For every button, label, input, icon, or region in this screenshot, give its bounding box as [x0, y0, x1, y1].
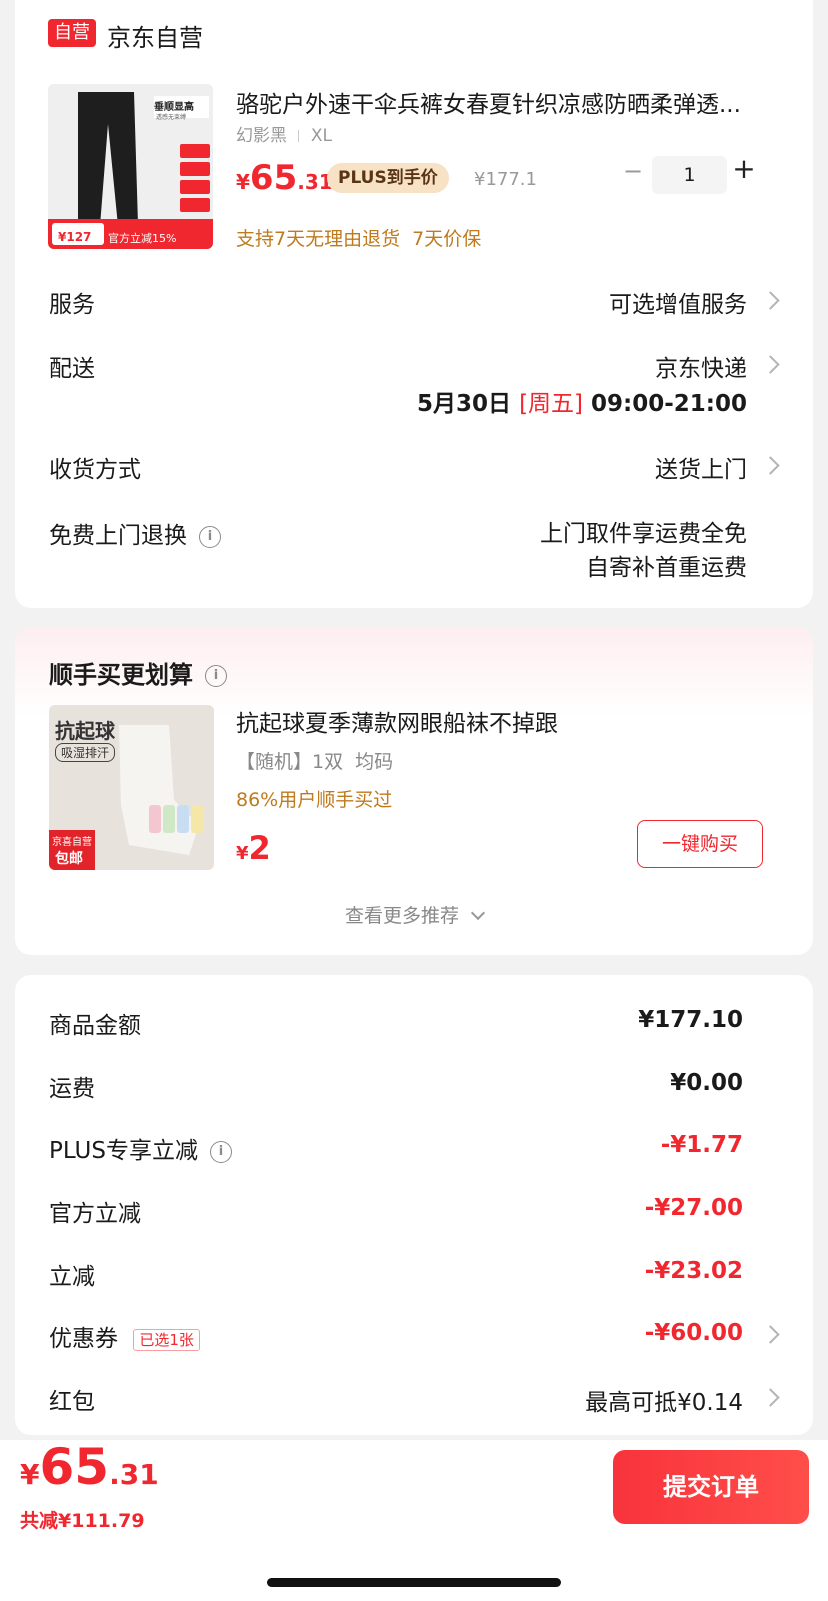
service-label: 服务 [49, 292, 95, 318]
info-icon[interactable]: i [209, 1140, 232, 1163]
coupon-chevron-icon[interactable] [761, 1325, 780, 1344]
price-symbol: ¥ [236, 170, 250, 194]
store-badge: 自营 [48, 19, 96, 47]
receive-chevron-icon[interactable] [761, 456, 780, 475]
thumb-badge-1: 京喜自营 [52, 837, 92, 848]
coupon-label: 优惠券 已选1张 [49, 1319, 200, 1353]
price-value: 2 [248, 829, 271, 867]
spec-size: XL [310, 126, 332, 146]
thumb-heading: 抗起球 [55, 719, 115, 743]
total-price: ¥65.31 [20, 1438, 159, 1496]
delivery-date: 5月30日 [417, 391, 512, 417]
service-value[interactable]: 可选增值服务 [609, 285, 747, 319]
free-return-value-2: 自寄补首重运费 [586, 555, 747, 581]
total-symbol: ¥ [20, 1458, 40, 1491]
plus-discount-value: -¥1.77 [660, 1132, 743, 1158]
red-packet-label: 红包 [49, 1389, 95, 1415]
thumb-badge-2: 包邮 [55, 851, 83, 867]
one-click-buy-button[interactable]: 一键购买 [637, 820, 763, 868]
official-discount-value: -¥27.00 [644, 1195, 743, 1221]
delivery-time[interactable]: 5月30日 [周五] 09:00-21:00 [417, 384, 747, 418]
info-icon[interactable]: i [205, 665, 227, 687]
goods-amount-label: 商品金额 [49, 1013, 141, 1039]
see-more-recommendations[interactable]: 查看更多推荐 [15, 901, 813, 928]
spec-color: 幻影黑 [236, 126, 287, 146]
store-name[interactable]: 京东自营 [107, 18, 203, 53]
delivery-hours: 09:00-21:00 [591, 391, 747, 417]
total-dec: .31 [109, 1458, 159, 1491]
goods-amount-value: ¥177.10 [638, 1007, 743, 1033]
coupon-text: 优惠券 [49, 1326, 118, 1352]
instant-discount-label: 立减 [49, 1264, 95, 1290]
original-price: ¥177.1 [474, 169, 537, 190]
recommend-item-title[interactable]: 抗起球夏季薄款网眼船袜不掉跟 [236, 704, 558, 738]
red-packet-value[interactable]: 最高可抵¥0.14 [585, 1383, 743, 1417]
chevron-down-icon [470, 905, 486, 921]
total-saved: 共减¥111.79 [20, 1510, 145, 1532]
red-packet-chevron-icon[interactable] [761, 1388, 780, 1407]
coupon-value[interactable]: -¥60.00 [645, 1320, 743, 1346]
receive-method-label: 收货方式 [49, 457, 141, 483]
submit-order-button[interactable]: 提交订单 [613, 1450, 809, 1524]
quantity-decrease-button[interactable]: − [621, 157, 645, 185]
thumb-heading: 垂顺显高 [154, 102, 194, 113]
service-chevron-icon[interactable] [761, 291, 780, 310]
product-price: ¥65.31 [236, 158, 333, 198]
instant-discount-value: -¥23.02 [644, 1258, 743, 1284]
price-summary-card: 商品金额 ¥177.10 运费 ¥0.00 PLUS专享立减 i -¥1.77 官… [15, 975, 813, 1435]
recommend-title-text: 顺手买更划算 [49, 661, 193, 689]
recommend-title: 顺手买更划算 i [49, 655, 227, 690]
thumb-promo: 官方立减15% [108, 232, 177, 245]
total-int: 65 [39, 1438, 110, 1496]
plus-discount-text: PLUS专享立减 [49, 1138, 198, 1164]
quantity-input[interactable]: 1 [652, 156, 727, 194]
quantity-increase-button[interactable]: + [732, 152, 756, 185]
info-icon[interactable]: i [199, 525, 221, 548]
thumb-price: ¥127 [58, 230, 92, 244]
coupon-selected-tag: 已选1张 [133, 1328, 200, 1351]
recommend-item-social: 86%用户顺手买过 [236, 789, 393, 811]
plus-price-tag: PLUS到手价 [327, 163, 449, 193]
shipping-label: 运费 [49, 1076, 95, 1102]
delivery-label: 配送 [49, 356, 95, 382]
recommend-thumbnail[interactable]: 抗起球 吸湿排汗 京喜自营 包邮 [49, 705, 214, 870]
recommend-item-price: ¥2 [236, 829, 271, 867]
free-return-label: 免费上门退换 i [49, 516, 221, 550]
spec-divider [298, 130, 300, 142]
price-int: 65 [249, 158, 298, 198]
product-spec[interactable]: 幻影黑 XL [236, 121, 332, 146]
delivery-value[interactable]: 京东快递 [655, 349, 747, 383]
receive-method-value[interactable]: 送货上门 [655, 450, 747, 484]
recommend-item-spec[interactable]: 【随机】1双 均码 [236, 747, 393, 774]
thumb-tag: 吸湿排汗 [55, 743, 116, 762]
free-return-text: 免费上门退换 [49, 523, 187, 549]
price-symbol: ¥ [236, 843, 249, 864]
recommend-card: 顺手买更划算 i 抗起球 吸湿排汗 京喜自营 包邮 抗起球夏季薄款网眼船袜不掉跟 … [15, 627, 813, 955]
plus-discount-label: PLUS专享立减 i [49, 1131, 232, 1165]
official-discount-label: 官方立减 [49, 1201, 141, 1227]
thumb-subheading: 透感无束缚 [156, 114, 187, 121]
service-tags: 支持7天无理由退货 7天价保 [236, 228, 482, 250]
delivery-chevron-icon[interactable] [761, 355, 780, 374]
shipping-value: ¥0.00 [670, 1070, 743, 1096]
product-title[interactable]: 骆驼户外速干伞兵裤女春夏针织凉感防晒柔弹透... [236, 85, 776, 119]
free-return-value-1: 上门取件享运费全免 [540, 521, 747, 547]
delivery-weekday: [周五] [519, 391, 584, 417]
home-indicator [267, 1578, 561, 1587]
checkout-bar: ¥65.31 共减¥111.79 提交订单 [0, 1438, 828, 1601]
see-more-label: 查看更多推荐 [344, 905, 459, 927]
product-thumbnail[interactable]: 垂顺显高 透感无束缚 ¥127 官方立减15% [48, 84, 213, 249]
order-item-card: 自营 京东自营 垂顺显高 透感无束缚 ¥127 官方立减15% 骆驼户外速干伞兵… [15, 0, 813, 608]
